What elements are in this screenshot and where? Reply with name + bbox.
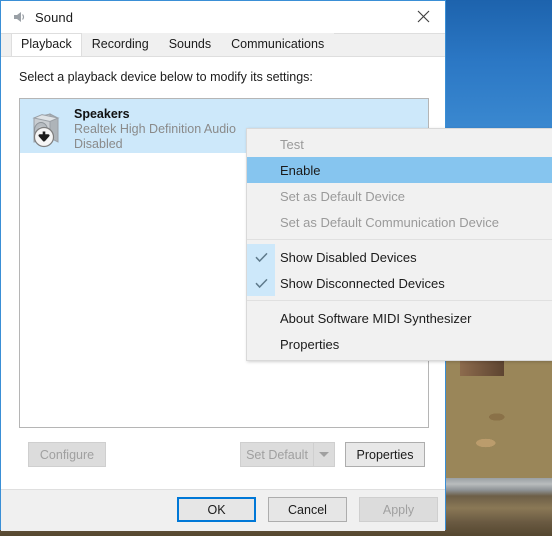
panel-instruction: Select a playback device below to modify… [19,70,313,84]
screen: Sound Playback Recording Sounds Communic… [0,0,552,536]
device-status: Disabled [74,137,123,151]
cancel-button-label: Cancel [288,502,327,517]
tab-communications[interactable]: Communications [221,33,335,56]
menu-item-label: About Software MIDI Synthesizer [280,310,472,326]
tab-sounds[interactable]: Sounds [158,33,222,56]
check-column [247,209,275,235]
menu-item-label: Enable [280,162,321,178]
context-menu: Test Enable Set as Default Device Set as… [246,128,552,361]
menu-item-show-disabled-devices[interactable]: Show Disabled Devices [247,244,552,270]
properties-button-label: Properties [356,447,414,462]
menu-separator [247,239,552,240]
close-icon[interactable] [401,1,445,32]
check-column [247,244,275,270]
apply-button-label: Apply [382,502,415,517]
device-description: Realtek High Definition Audio [74,122,236,136]
ok-button[interactable]: OK [177,497,256,522]
checkmark-icon [254,252,268,262]
menu-item-label: Show Disconnected Devices [280,275,445,291]
set-default-button[interactable]: Set Default [240,442,313,467]
menu-item-test[interactable]: Test [247,131,552,157]
menu-item-label: Set as Default Communication Device [280,214,499,230]
tab-playback-label: Playback [21,37,72,51]
menu-item-label: Properties [280,336,340,352]
dialog-footer: OK Cancel Apply [1,489,445,531]
menu-item-label: Show Disabled Devices [280,249,417,265]
ok-button-label: OK [207,502,226,517]
check-column [247,131,275,157]
tab-recording-label: Recording [91,37,149,51]
menu-item-properties[interactable]: Properties [247,331,552,357]
speaker-disabled-icon [26,105,70,149]
device-name: Speakers [74,107,130,121]
checkmark-icon [254,278,268,288]
cancel-button[interactable]: Cancel [268,497,347,522]
configure-button[interactable]: Configure [28,442,106,467]
configure-button-label: Configure [39,447,95,462]
speaker-icon [14,12,25,22]
device-text: Speakers Realtek High Definition Audio D… [74,105,236,152]
set-default-button-label: Set Default [246,447,308,462]
apply-button[interactable]: Apply [359,497,438,522]
menu-item-label: Test [280,136,304,152]
tab-playback[interactable]: Playback [11,33,82,56]
menu-item-about-software-midi-synthesizer[interactable]: About Software MIDI Synthesizer [247,305,552,331]
menu-item-set-as-default-communication-device[interactable]: Set as Default Communication Device [247,209,552,235]
menu-item-enable[interactable]: Enable [247,157,552,183]
check-column [247,183,275,209]
tab-communications-label: Communications [231,37,325,51]
tab-recording[interactable]: Recording [81,33,159,56]
menu-item-set-as-default-device[interactable]: Set as Default Device [247,183,552,209]
tab-sounds-label: Sounds [168,37,212,51]
close-glyph [417,10,429,23]
chevron-down-glyph [319,452,329,457]
check-column [247,331,275,357]
chevron-down-icon[interactable] [313,442,335,467]
properties-button[interactable]: Properties [345,442,425,467]
tab-strip: Playback Recording Sounds Communications [1,33,445,56]
window-title: Sound [35,9,74,25]
check-column [247,270,275,296]
title-bar: Sound [1,1,445,33]
menu-separator [247,300,552,301]
menu-item-show-disconnected-devices[interactable]: Show Disconnected Devices [247,270,552,296]
check-column [247,157,275,183]
menu-item-label: Set as Default Device [280,188,406,204]
check-column [247,305,275,331]
